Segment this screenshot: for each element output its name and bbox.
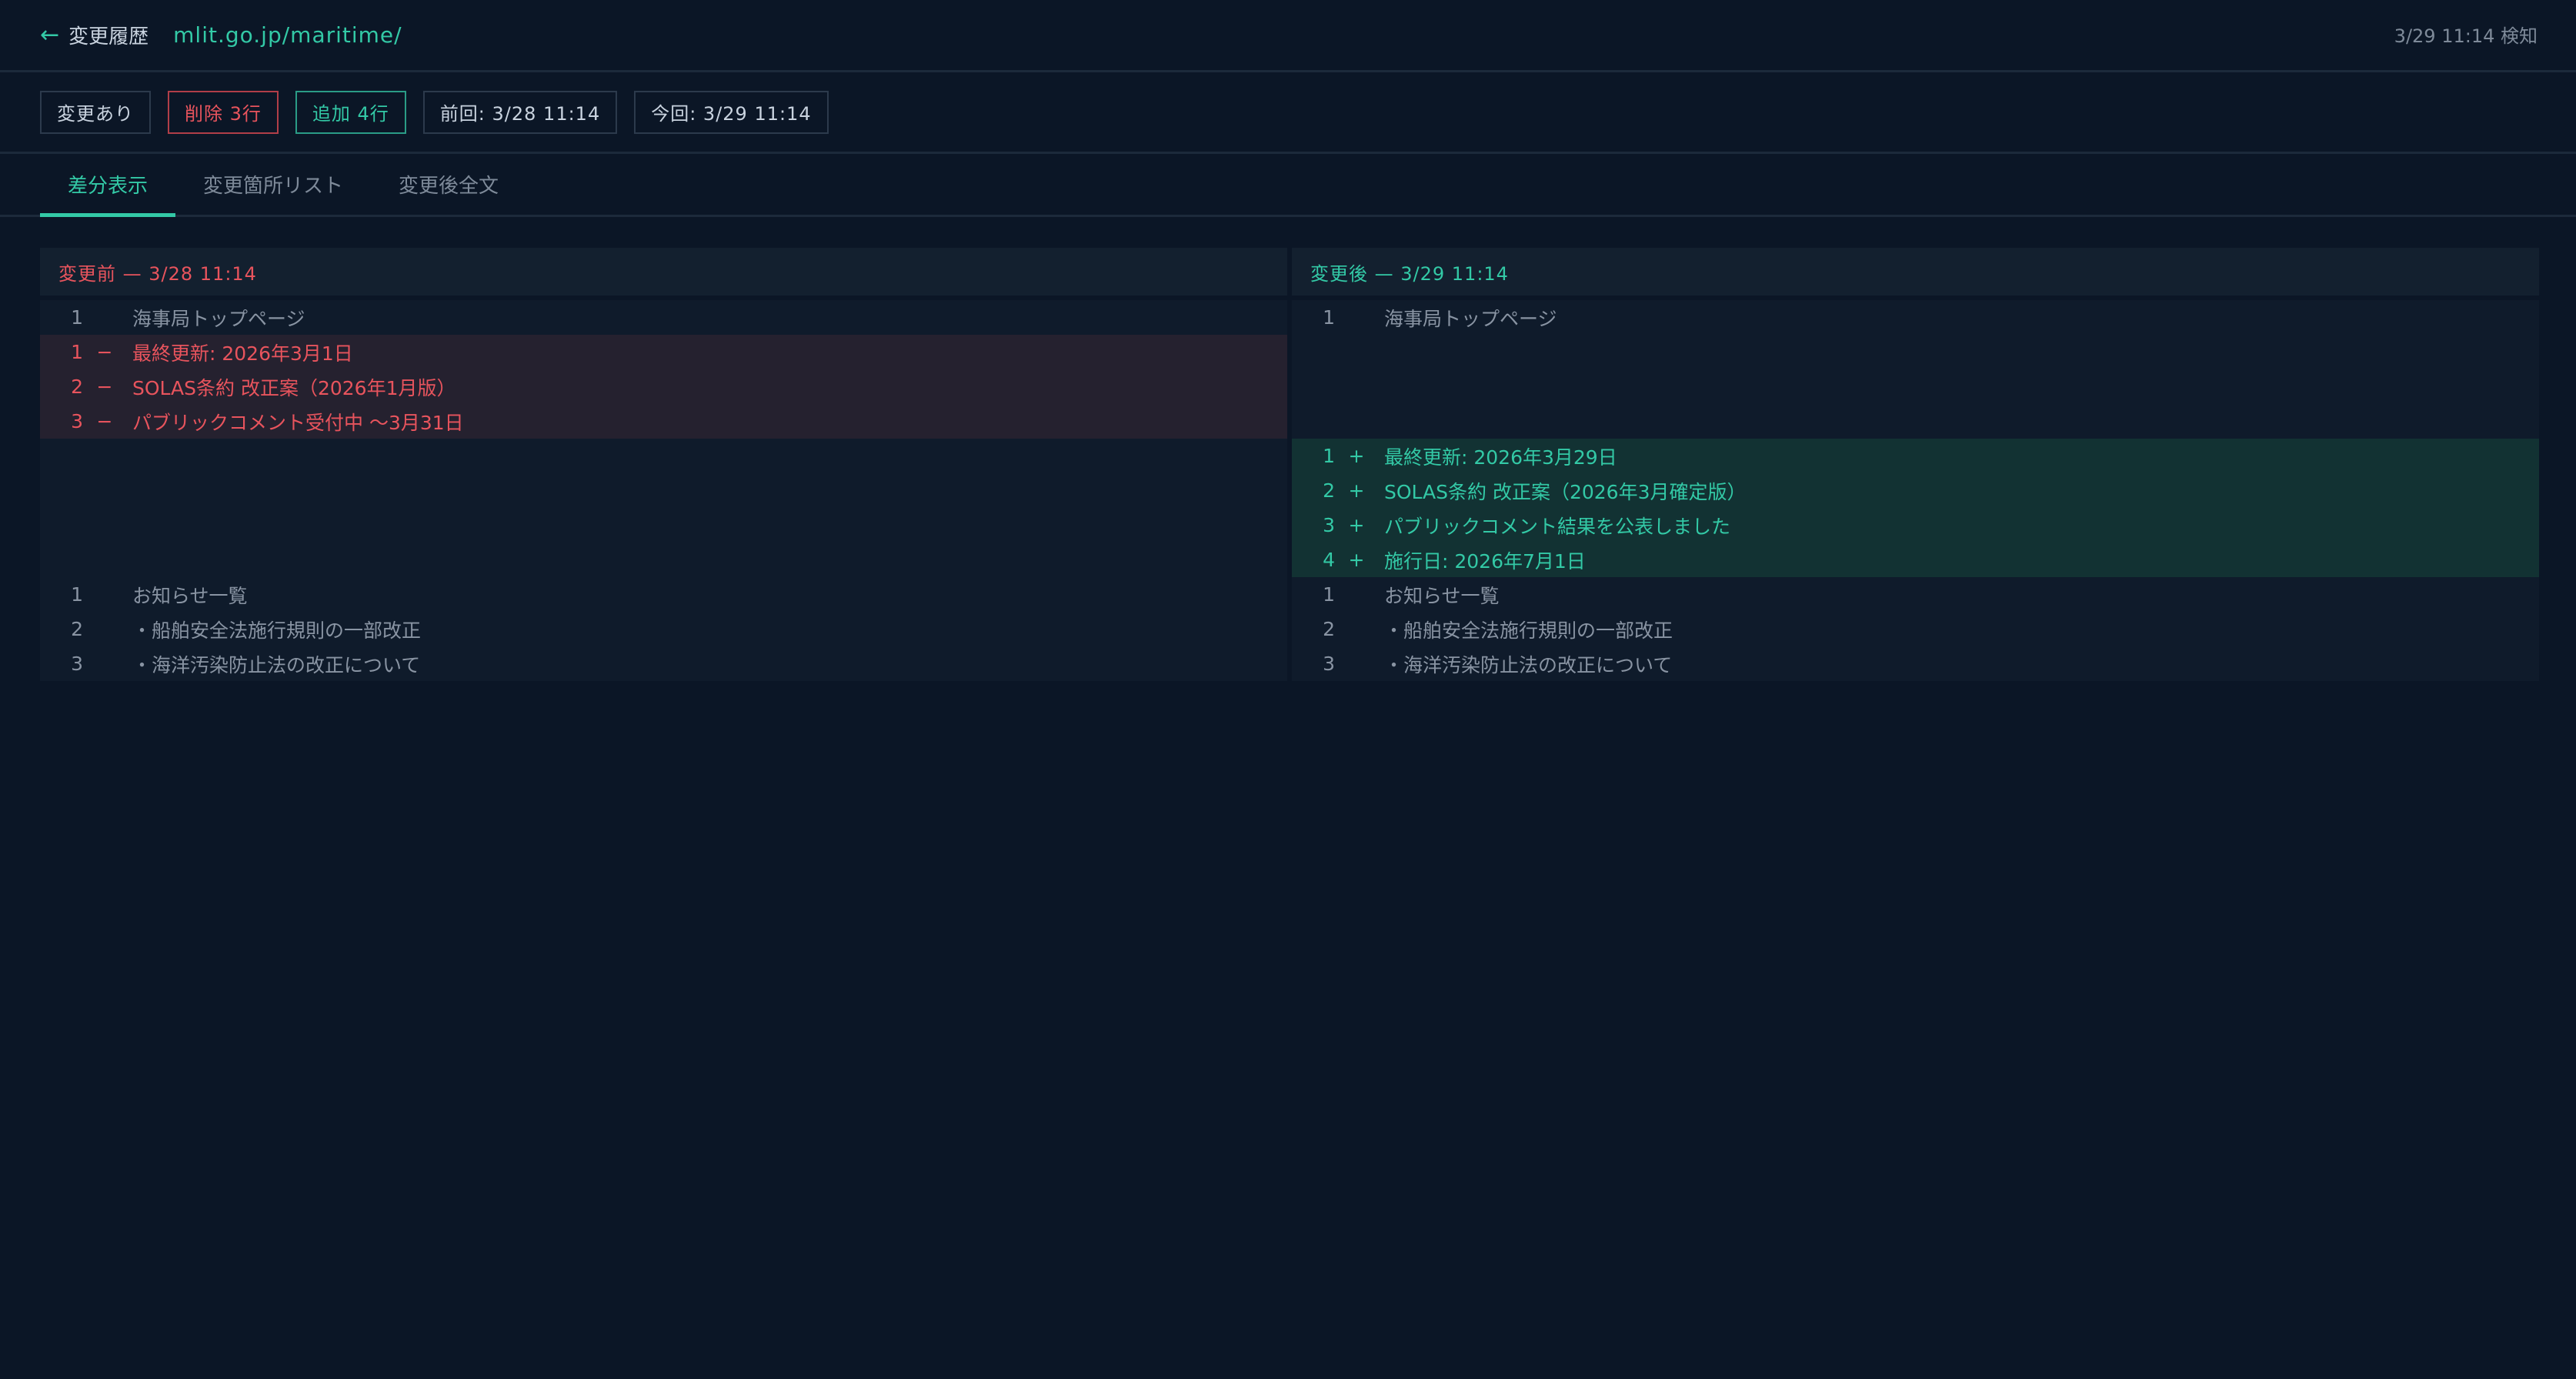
change-marker: − bbox=[96, 376, 113, 398]
line-number: 3 bbox=[71, 653, 83, 675]
line-number: 2 bbox=[71, 618, 83, 640]
line-text: お知らせ一覧 bbox=[132, 584, 248, 607]
diff-line: 3− パブリックコメント受付中 〜3月31日 bbox=[40, 404, 1287, 439]
summary-badges: 変更あり 削除 3行 追加 4行 前回: 3/28 11:14 今回: 3/29… bbox=[0, 72, 2576, 154]
line-text: 最終更新: 2026年3月29日 bbox=[1384, 446, 1617, 469]
detected-timestamp: 3/29 11:14 検知 bbox=[2394, 25, 2538, 47]
line-text: SOLAS条約 改正案（2026年1月版） bbox=[132, 376, 456, 399]
line-number: 1 bbox=[71, 341, 83, 363]
line-number: 1 bbox=[1323, 445, 1335, 467]
line-number: 1 bbox=[71, 583, 83, 606]
added-count-badge: 追加 4行 bbox=[295, 90, 406, 134]
line-text: ・船舶安全法施行規則の一部改正 bbox=[1384, 619, 1673, 642]
diff-line bbox=[40, 508, 1287, 543]
diff-line: 1− 最終更新: 2026年3月1日 bbox=[40, 335, 1287, 369]
header: ← 変更履歴 mlit.go.jp/maritime/ 3/29 11:14 検… bbox=[0, 0, 2576, 72]
change-marker: + bbox=[1348, 479, 1365, 502]
previous-check-badge: 前回: 3/28 11:14 bbox=[422, 90, 618, 134]
view-tabs: 差分表示 変更箇所リスト 変更後全文 bbox=[0, 154, 2576, 217]
diff-line bbox=[1292, 404, 2539, 439]
line-text: ・海洋汚染防止法の改正について bbox=[1384, 653, 1673, 676]
line-text: ・海洋汚染防止法の改正について bbox=[132, 653, 421, 676]
line-number: 1 bbox=[1323, 583, 1335, 606]
after-lines: 1 海事局トップページ 1 + 最終更新: 2026年3月29日 2 + SOLAS条約 改正… bbox=[1292, 300, 2539, 681]
diff-line bbox=[1292, 369, 2539, 404]
after-pane-title: 変更後 — 3/29 11:14 bbox=[1292, 248, 2539, 296]
site-url[interactable]: mlit.go.jp/maritime/ bbox=[173, 22, 402, 48]
line-number: 1 bbox=[1323, 306, 1335, 329]
diff-line: 2− SOLAS条約 改正案（2026年1月版） bbox=[40, 369, 1287, 404]
before-pane: 変更前 — 3/28 11:14 1 海事局トップページ 1− 最終更新: 2026年… bbox=[40, 248, 1287, 681]
change-marker: − bbox=[96, 341, 113, 363]
diff-line: 2 + SOLAS条約 改正案（2026年3月確定版） bbox=[1292, 473, 2539, 508]
diff-line: 4 + 施行日: 2026年7月1日 bbox=[1292, 543, 2539, 577]
diff-line: 1 + 最終更新: 2026年3月29日 bbox=[1292, 439, 2539, 473]
line-text: パブリックコメント結果を公表しました bbox=[1384, 515, 1731, 538]
diff-line: 2 ・船舶安全法施行規則の一部改正 bbox=[40, 612, 1287, 646]
diff-view: 変更前 — 3/28 11:14 1 海事局トップページ 1− 最終更新: 2026年… bbox=[40, 248, 2539, 681]
line-number: 3 bbox=[1323, 514, 1335, 536]
line-number: 3 bbox=[1323, 653, 1335, 675]
line-number: 2 bbox=[1323, 479, 1335, 502]
change-marker: + bbox=[1348, 514, 1365, 536]
diff-line: 1 お知らせ一覧 bbox=[1292, 577, 2539, 612]
change-marker: + bbox=[1348, 549, 1365, 571]
before-lines: 1 海事局トップページ 1− 最終更新: 2026年3月1日 2− SOLAS条約 改正案… bbox=[40, 300, 1287, 681]
line-number: 3 bbox=[71, 410, 83, 432]
diff-line: 3 + パブリックコメント結果を公表しました bbox=[1292, 508, 2539, 543]
tab-full-text[interactable]: 変更後全文 bbox=[371, 154, 526, 215]
change-marker: + bbox=[1348, 445, 1365, 467]
line-text: 海事局トップページ bbox=[132, 307, 305, 330]
back-link[interactable]: ← 変更履歴 bbox=[40, 21, 148, 49]
back-arrow-icon[interactable]: ← bbox=[40, 22, 59, 48]
removed-count-badge: 削除 3行 bbox=[168, 90, 279, 134]
line-text: 最終更新: 2026年3月1日 bbox=[132, 342, 353, 365]
diff-line bbox=[1292, 335, 2539, 369]
line-number: 1 bbox=[71, 306, 83, 329]
change-marker: − bbox=[96, 410, 113, 432]
diff-line: 3 ・海洋汚染防止法の改正について bbox=[40, 646, 1287, 681]
diff-line: 1 海事局トップページ bbox=[40, 300, 1287, 335]
diff-line: 2 ・船舶安全法施行規則の一部改正 bbox=[1292, 612, 2539, 646]
line-number: 2 bbox=[71, 376, 83, 398]
tab-diff[interactable]: 差分表示 bbox=[40, 154, 176, 217]
line-text: ・船舶安全法施行規則の一部改正 bbox=[132, 619, 422, 642]
diff-line: 1 お知らせ一覧 bbox=[40, 577, 1287, 612]
diff-line bbox=[40, 439, 1287, 473]
after-pane: 変更後 — 3/29 11:14 1 海事局トップページ 1 + 最終更新: 2026年… bbox=[1292, 248, 2539, 681]
line-text: 施行日: 2026年7月1日 bbox=[1384, 549, 1586, 573]
line-text: お知らせ一覧 bbox=[1384, 584, 1500, 607]
tab-change-list[interactable]: 変更箇所リスト bbox=[175, 154, 371, 215]
changed-badge: 変更あり bbox=[40, 90, 151, 134]
line-number: 2 bbox=[1323, 618, 1335, 640]
back-link-label[interactable]: 変更履歴 bbox=[68, 21, 148, 49]
before-pane-title: 変更前 — 3/28 11:14 bbox=[40, 248, 1287, 296]
line-text: パブリックコメント受付中 〜3月31日 bbox=[132, 411, 464, 434]
diff-line: 1 海事局トップページ bbox=[1292, 300, 2539, 335]
line-number: 4 bbox=[1323, 549, 1335, 571]
diff-line bbox=[40, 543, 1287, 577]
line-text: SOLAS条約 改正案（2026年3月確定版） bbox=[1384, 480, 1747, 503]
line-text: 海事局トップページ bbox=[1384, 307, 1557, 330]
current-check-badge: 今回: 3/29 11:14 bbox=[634, 90, 829, 134]
diff-line bbox=[40, 473, 1287, 508]
diff-line: 3 ・海洋汚染防止法の改正について bbox=[1292, 646, 2539, 681]
